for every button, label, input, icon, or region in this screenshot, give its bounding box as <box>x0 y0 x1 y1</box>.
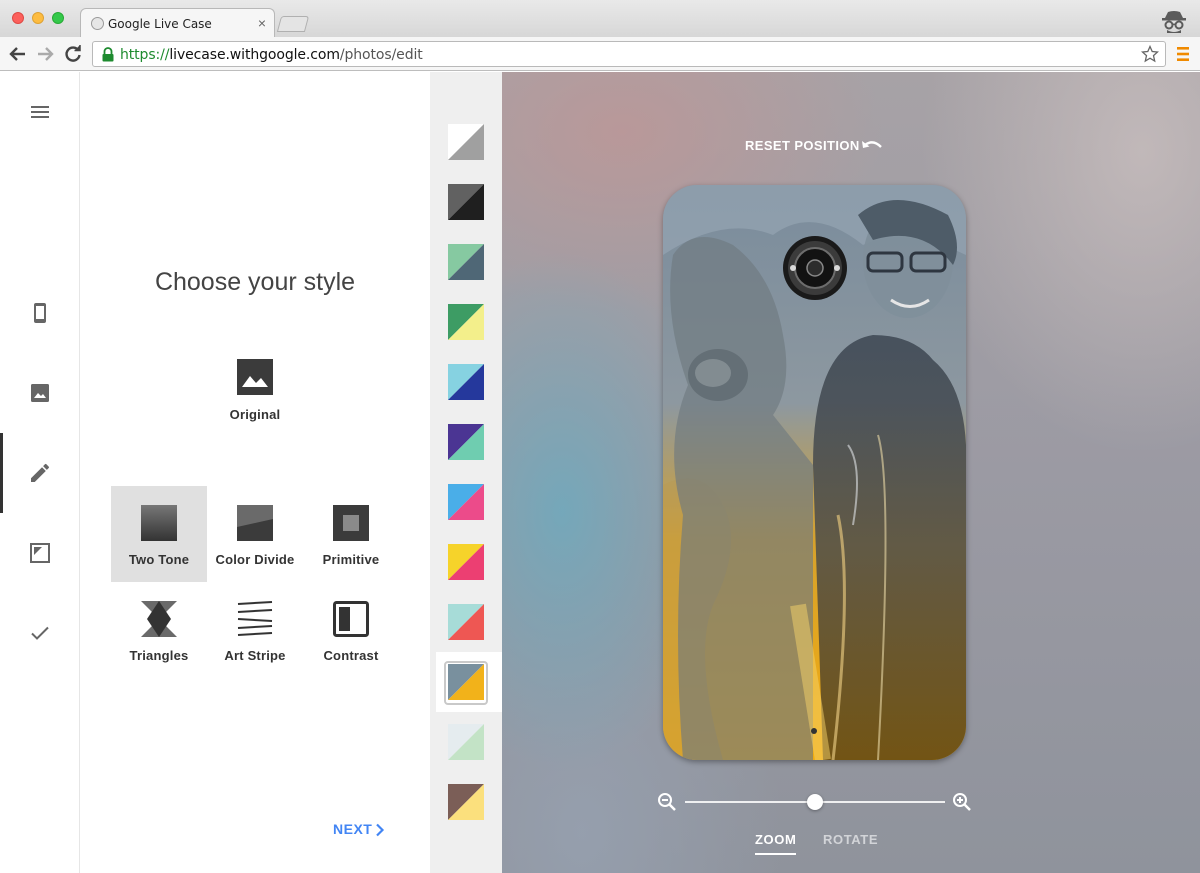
image-icon <box>237 359 273 395</box>
color-swatch-selected[interactable] <box>448 664 484 700</box>
two-tone-icon <box>141 505 177 541</box>
color-swatch-column <box>430 72 502 873</box>
globe-icon <box>91 17 104 30</box>
style-label: Color Divide <box>215 552 295 567</box>
style-label: Contrast <box>323 648 379 663</box>
style-label: Two Tone <box>128 552 190 567</box>
new-tab-button[interactable] <box>276 16 310 32</box>
style-label: Art Stripe <box>224 648 286 663</box>
style-primitive[interactable]: Primitive <box>303 486 399 582</box>
menu-icon[interactable] <box>28 100 52 124</box>
lock-icon <box>102 47 114 62</box>
style-label: Triangles <box>129 648 189 663</box>
browser-menu-icon[interactable] <box>1177 46 1189 62</box>
style-contrast[interactable]: Contrast <box>303 582 399 678</box>
next-label: NEXT <box>333 821 373 837</box>
color-swatch[interactable] <box>448 604 484 640</box>
pencil-icon[interactable] <box>28 461 52 485</box>
zoom-out-icon[interactable] <box>657 792 677 812</box>
browser-tab[interactable]: Google Live Case × <box>80 8 275 37</box>
color-swatch[interactable] <box>448 424 484 460</box>
preview-area: RESET POSITION ZOOM ROTATE <box>502 72 1200 873</box>
color-swatch[interactable] <box>448 784 484 820</box>
color-divide-icon <box>237 505 273 541</box>
chevron-right-icon <box>376 823 385 837</box>
back-arrow-icon[interactable] <box>8 44 28 64</box>
color-swatch[interactable] <box>448 364 484 400</box>
color-swatch[interactable] <box>448 724 484 760</box>
incognito-icon <box>1162 11 1186 33</box>
color-swatch[interactable] <box>448 484 484 520</box>
style-label: Original <box>229 407 281 422</box>
color-swatch[interactable] <box>448 124 484 160</box>
browser-toolbar: https://livecase.withgoogle.com/photos/e… <box>0 37 1200 71</box>
address-bar[interactable]: https://livecase.withgoogle.com/photos/e… <box>92 41 1166 67</box>
triangles-icon <box>141 601 177 637</box>
tab-title: Google Live Case <box>108 17 212 31</box>
minimize-window-button[interactable] <box>32 12 44 24</box>
maximize-window-button[interactable] <box>52 12 64 24</box>
next-button[interactable]: NEXT <box>333 821 385 839</box>
art-stripe-icon <box>237 601 273 636</box>
forward-arrow-icon[interactable] <box>35 44 55 64</box>
close-window-button[interactable] <box>12 12 24 24</box>
phone-case-preview[interactable] <box>663 185 966 760</box>
contrast-icon <box>333 601 369 637</box>
reset-position-button[interactable]: RESET POSITION <box>745 138 882 153</box>
page-title: Choose your style <box>154 268 356 296</box>
style-art-stripe[interactable]: Art Stripe <box>207 582 303 678</box>
tab-close-button[interactable]: × <box>258 15 266 31</box>
tab-rotate[interactable]: ROTATE <box>823 832 878 847</box>
style-panel: Choose your style Original Two Tone Colo… <box>80 72 430 873</box>
url-text: https://livecase.withgoogle.com/photos/e… <box>120 47 423 63</box>
active-nav-indicator <box>0 433 3 513</box>
zoom-slider-row <box>657 791 973 813</box>
tab-zoom[interactable]: ZOOM <box>755 832 797 855</box>
phone-icon[interactable] <box>28 301 52 325</box>
logo-dot <box>811 728 817 734</box>
color-swatch[interactable] <box>448 184 484 220</box>
frame-icon[interactable] <box>28 541 52 565</box>
browser-titlebar: Google Live Case × <box>0 0 1200 37</box>
zoom-slider-thumb[interactable] <box>807 794 823 810</box>
style-two-tone[interactable]: Two Tone <box>111 486 207 582</box>
style-triangles[interactable]: Triangles <box>111 582 207 678</box>
primitive-icon <box>333 505 369 541</box>
image-icon[interactable] <box>28 381 52 405</box>
camera-lens-icon <box>783 236 847 300</box>
undo-icon <box>862 141 882 148</box>
reset-position-label: RESET POSITION <box>745 138 860 153</box>
style-color-divide[interactable]: Color Divide <box>207 486 303 582</box>
color-swatch[interactable] <box>448 244 484 280</box>
check-icon[interactable] <box>28 621 52 645</box>
reload-icon[interactable] <box>63 44 83 64</box>
bookmark-star-icon[interactable] <box>1141 45 1159 63</box>
zoom-in-icon[interactable] <box>952 792 972 812</box>
style-original[interactable]: Original <box>207 342 303 438</box>
left-nav <box>0 72 80 873</box>
color-swatch[interactable] <box>448 304 484 340</box>
color-swatch[interactable] <box>448 544 484 580</box>
style-label: Primitive <box>322 552 380 567</box>
